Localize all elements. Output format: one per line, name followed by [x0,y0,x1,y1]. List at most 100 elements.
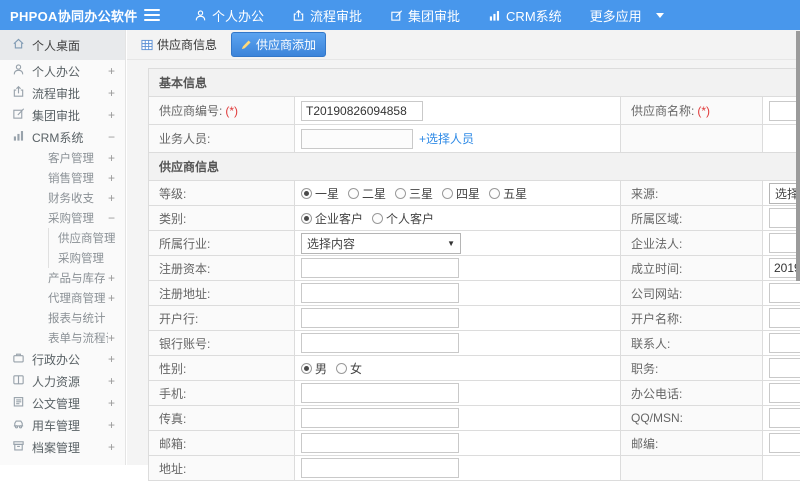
expand-toggle[interactable]: + [108,86,115,100]
level-label: 等级: [149,181,295,206]
tab-supplier-info[interactable]: 供应商信息 [134,33,224,56]
zip-label: 邮编: [621,431,763,456]
radio-icon [395,188,406,199]
caret-down-icon[interactable] [656,13,664,18]
sidebar-item-human-resources[interactable]: 人力资源 + [0,370,125,392]
expand-toggle[interactable]: + [108,396,115,410]
qq-msn-label: QQ/MSN: [621,406,763,431]
topnav-workflow-approval[interactable]: 流程审批 [292,6,362,25]
mobile-input[interactable] [301,383,459,403]
radio-icon [301,213,312,224]
supplier-form: 基本信息 供应商编号:(*) 供应商名称:(*) 业务人员: +选择人员 供应商… [127,60,800,481]
expand-toggle[interactable]: + [108,191,115,205]
topnav-label: 更多应用 [590,6,642,25]
sidebar-item-purchase-mgmt[interactable]: 采购管理 − [0,208,125,228]
bank-input[interactable] [301,308,459,328]
choose-staff-link[interactable]: +选择人员 [419,132,474,146]
sidebar-item-group-approval[interactable]: 集团审批 + [0,104,125,126]
bank-account-input[interactable] [301,333,459,353]
fax-input[interactable] [301,408,459,428]
topnav-more-apps[interactable]: 更多应用 [590,6,642,25]
level-radio-group: 一星 二星 三星 四星 五星 [301,185,620,202]
topnav-group-approval[interactable]: 集团审批 [390,6,460,25]
expand-toggle[interactable]: + [108,271,115,285]
staff-input[interactable] [301,129,413,149]
user-icon [194,9,207,22]
top-navigation: 个人办公 流程审批 集团审批 CRM系统 更多应用 [194,6,664,25]
expand-toggle[interactable]: + [108,374,115,388]
expand-toggle[interactable]: + [108,64,115,78]
radio-option-male[interactable]: 男 [301,360,327,377]
radio-option-enterprise[interactable]: 企业客户 [301,210,363,227]
sidebar-item-agent-mgmt[interactable]: 代理商管理 + [0,288,125,308]
expand-toggle[interactable]: + [108,151,115,165]
sidebar: 个人桌面 个人办公 + 流程审批 + 集团审批 + CRM系统 − 客户管理 +… [0,30,126,465]
contact-input[interactable] [769,333,800,353]
sidebar-item-archive-mgmt[interactable]: 档案管理 + [0,436,125,458]
registered-address-input[interactable] [301,283,459,303]
sidebar-item-crm-system[interactable]: CRM系统 − [0,126,125,148]
section-header-supplier-info: 供应商信息 [149,153,800,181]
email-input[interactable] [301,433,459,453]
radio-option-five-star[interactable]: 五星 [489,185,527,202]
topnav-crm-system[interactable]: CRM系统 [488,6,562,25]
sidebar-item-admin-office[interactable]: 行政办公 + [0,348,125,370]
radio-option-female[interactable]: 女 [336,360,362,377]
sidebar-item-document-mgmt[interactable]: 公文管理 + [0,392,125,414]
expand-toggle[interactable]: + [108,331,115,345]
expand-toggle[interactable]: + [108,418,115,432]
vertical-scrollbar[interactable] [796,31,800,281]
radio-option-individual[interactable]: 个人客户 [372,210,434,227]
book-icon [12,373,32,389]
sidebar-item-product-inventory[interactable]: 产品与库存 + [0,268,125,288]
expand-toggle[interactable]: + [108,108,115,122]
job-title-input[interactable] [769,358,800,378]
tab-supplier-add[interactable]: 供应商添加 [231,32,326,57]
document-icon [12,395,32,411]
edit-icon [390,9,403,22]
topnav-personal-office[interactable]: 个人办公 [194,6,264,25]
sidebar-item-sales-mgmt[interactable]: 销售管理 + [0,168,125,188]
radio-option-three-star[interactable]: 三星 [395,185,433,202]
registered-capital-input[interactable] [301,258,459,278]
supplier-code-input[interactable] [301,101,423,121]
website-input[interactable] [769,283,800,303]
radio-icon [489,188,500,199]
sidebar-item-customer-mgmt[interactable]: 客户管理 + [0,148,125,168]
radio-option-two-star[interactable]: 二星 [348,185,386,202]
section-header-basic-info: 基本信息 [149,69,800,97]
empty-cell [763,456,800,481]
office-phone-label: 办公电话: [621,381,763,406]
sidebar-item-purchasing[interactable]: 采购管理 [0,248,125,268]
address-label: 地址: [149,456,295,481]
address-input[interactable] [301,458,459,478]
radio-option-one-star[interactable]: 一星 [301,185,339,202]
zip-input[interactable] [769,433,800,453]
email-label: 邮箱: [149,431,295,456]
sidebar-item-personal-desktop[interactable]: 个人桌面 [0,30,125,60]
sidebar-item-supplier-mgmt[interactable]: 供应商管理 [0,228,125,248]
industry-select[interactable]: 选择内容▼ [301,233,461,254]
empty-cell [763,125,800,153]
sidebar-item-personal-office[interactable]: 个人办公 + [0,60,125,82]
sidebar-item-reports-stats[interactable]: 报表与统计 [0,308,125,328]
account-name-input[interactable] [769,308,800,328]
radio-option-four-star[interactable]: 四星 [442,185,480,202]
sidebar-item-finance[interactable]: 财务收支 + [0,188,125,208]
collapse-toggle[interactable]: − [108,130,115,144]
expand-toggle[interactable]: + [108,291,115,305]
menu-toggle-icon[interactable] [144,9,160,21]
expand-toggle[interactable]: + [108,440,115,454]
collapse-toggle[interactable]: − [108,211,115,225]
sidebar-item-form-flow-settings[interactable]: 表单与流程设置 + [0,328,125,348]
qq-msn-input[interactable] [769,408,800,428]
expand-toggle[interactable]: + [108,171,115,185]
tab-label: 供应商添加 [256,36,316,53]
office-phone-input[interactable] [769,383,800,403]
sidebar-item-vehicle-mgmt[interactable]: 用车管理 + [0,414,125,436]
archive-icon [12,439,32,455]
radio-icon [442,188,453,199]
sidebar-item-workflow-approval[interactable]: 流程审批 + [0,82,125,104]
expand-toggle[interactable]: + [108,352,115,366]
topnav-label: 个人办公 [212,6,264,25]
